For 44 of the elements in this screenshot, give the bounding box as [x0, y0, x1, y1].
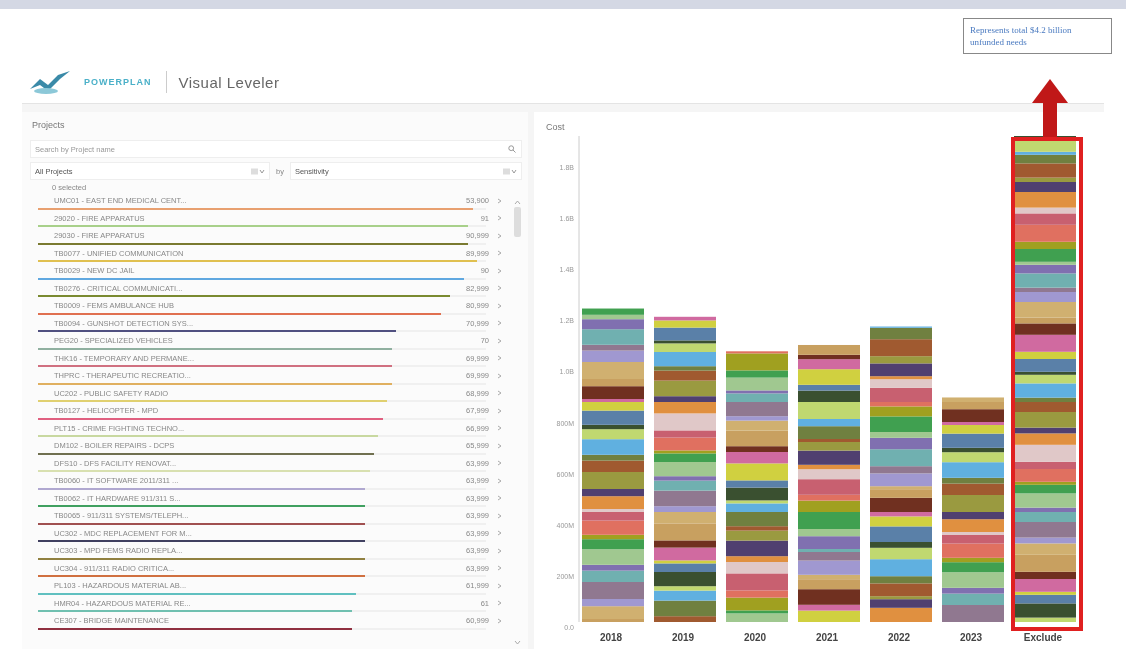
chevron-icon — [497, 547, 502, 554]
chevron-icon — [497, 320, 502, 327]
callout-note: Represents total $4.2 billion unfunded needs — [963, 18, 1112, 54]
chevron-icon — [497, 337, 502, 344]
brand-name: POWERPLAN — [84, 71, 167, 93]
chart-title: Cost — [546, 122, 566, 132]
chevron-icon — [497, 530, 502, 537]
chevron-icon — [497, 215, 502, 222]
chevron-icon — [497, 232, 502, 239]
year-label: 2020 — [742, 632, 768, 643]
chevron-icon — [497, 495, 502, 502]
chevron-icon — [497, 512, 502, 519]
chevron-icon — [497, 355, 502, 362]
scroll-down-icon[interactable] — [513, 640, 521, 645]
search-icon — [508, 145, 516, 153]
chevron-icon — [497, 460, 502, 467]
year-label: 2022 — [886, 632, 912, 643]
up-arrow-icon — [1032, 79, 1068, 137]
chevron-icon — [497, 267, 502, 274]
year-label: 2018 — [598, 632, 624, 643]
chevron-icon — [497, 372, 502, 379]
year-label: 2021 — [814, 632, 840, 643]
chevron-icon — [497, 390, 502, 397]
dropdown-icon — [502, 167, 517, 175]
chevron-icon — [497, 600, 502, 607]
chevron-icon — [497, 425, 502, 432]
chevron-icon — [497, 250, 502, 257]
chevron-icon — [497, 617, 502, 624]
scrollbar-thumb[interactable] — [513, 207, 521, 237]
chevron-icon — [497, 582, 502, 589]
chevron-icon — [497, 442, 502, 449]
chevron-icon — [497, 285, 502, 292]
year-label: 2019 — [670, 632, 696, 643]
chevron-icon — [497, 407, 502, 414]
scroll-up-icon[interactable] — [513, 200, 521, 205]
panel-title: Projects — [32, 120, 66, 130]
chevron-icon — [497, 302, 502, 309]
chevron-icon — [497, 565, 502, 572]
chevron-icon — [497, 477, 502, 484]
year-label: 2023 — [958, 632, 984, 643]
dropdown-icon — [251, 167, 265, 175]
app-title: Visual Leveler — [178, 73, 280, 91]
chevron-icon — [497, 197, 502, 204]
year-label: Exclude — [1022, 632, 1064, 643]
